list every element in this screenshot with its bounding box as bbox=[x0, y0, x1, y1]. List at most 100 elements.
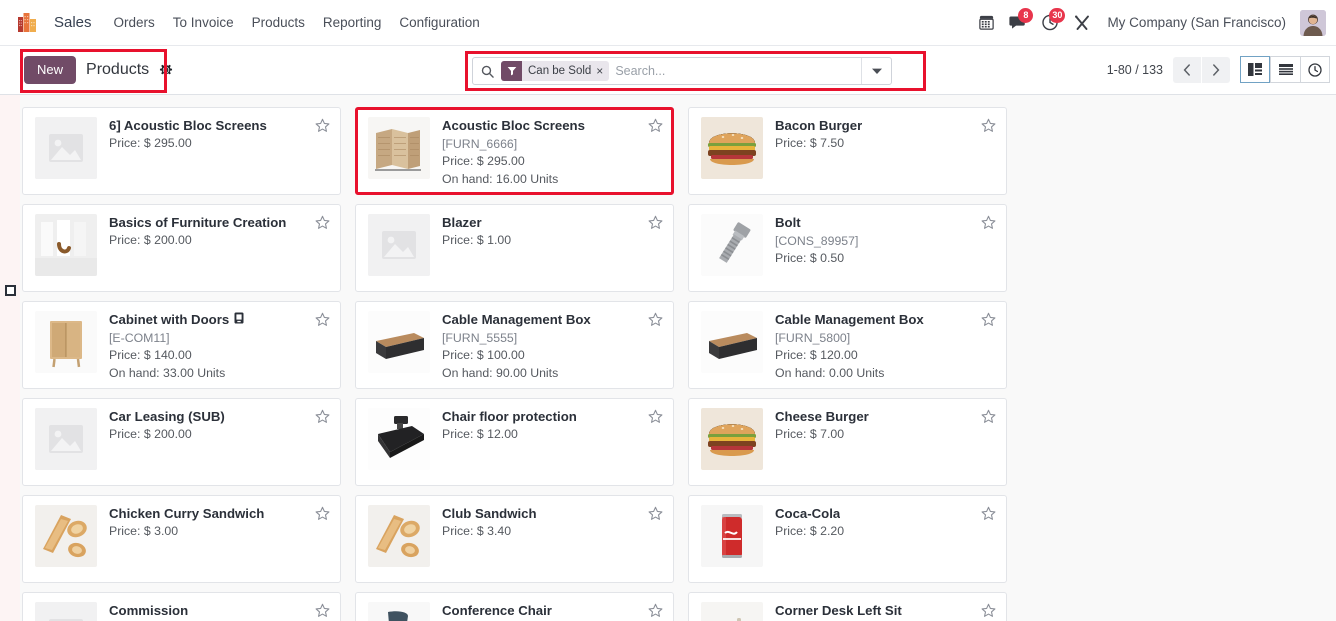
product-card[interactable]: Chair floor protection Price: $ 12.00 bbox=[355, 398, 674, 486]
favorite-star-icon[interactable] bbox=[307, 506, 330, 521]
product-card[interactable]: Bacon Burger Price: $ 7.50 bbox=[688, 107, 1007, 195]
product-name[interactable]: Basics of Furniture Creation bbox=[109, 215, 286, 232]
product-card[interactable]: Acoustic Bloc Screens [FURN_6666] Price: $… bbox=[355, 107, 674, 195]
view-kanban-button[interactable] bbox=[1240, 56, 1270, 83]
product-name[interactable]: Commission bbox=[109, 603, 188, 620]
favorite-star-icon[interactable] bbox=[640, 409, 663, 424]
phone-icon[interactable] bbox=[971, 9, 1001, 37]
view-activity-button[interactable] bbox=[1300, 56, 1330, 83]
product-name[interactable]: Club Sandwich bbox=[442, 506, 537, 523]
favorite-star-icon[interactable] bbox=[973, 118, 996, 133]
product-card[interactable]: Cable Management Box [FURN_5800] Price: $ … bbox=[688, 301, 1007, 389]
product-image-placeholder-icon bbox=[35, 117, 97, 179]
menu-reporting[interactable]: Reporting bbox=[314, 10, 391, 35]
product-price: Price: $ 100.00 bbox=[442, 348, 525, 363]
chat-bubble-icon[interactable]: 8 bbox=[1003, 7, 1034, 37]
new-button[interactable]: New bbox=[24, 55, 77, 85]
product-name[interactable]: Cable Management Box bbox=[442, 312, 591, 329]
product-name[interactable]: Coca-Cola bbox=[775, 506, 840, 523]
product-name[interactable]: Bolt bbox=[775, 215, 801, 232]
pager-range[interactable]: 1-80 / 133 bbox=[1107, 63, 1163, 77]
favorite-star-icon[interactable] bbox=[307, 312, 330, 327]
pager-prev-button[interactable] bbox=[1173, 56, 1201, 83]
favorite-star-icon[interactable] bbox=[640, 215, 663, 230]
menu-orders[interactable]: Orders bbox=[105, 10, 164, 35]
product-card[interactable]: Coca-Cola Price: $ 2.20 bbox=[688, 495, 1007, 583]
menu-to-invoice[interactable]: To Invoice bbox=[164, 10, 243, 35]
product-card[interactable]: Cheese Burger Price: $ 7.00 bbox=[688, 398, 1007, 486]
product-card[interactable]: Blazer Price: $ 1.00 bbox=[355, 204, 674, 292]
company-name[interactable]: My Company (San Francisco) bbox=[1099, 10, 1294, 35]
user-avatar[interactable] bbox=[1300, 9, 1326, 36]
brand-label[interactable]: Sales bbox=[45, 10, 101, 35]
product-title-row: Coca-Cola bbox=[775, 506, 996, 523]
menu-configuration[interactable]: Configuration bbox=[390, 10, 488, 35]
messages-badge: 8 bbox=[1018, 7, 1034, 23]
search-facet-can-be-sold[interactable]: Can be Sold × bbox=[501, 61, 610, 81]
product-name[interactable]: Chicken Curry Sandwich bbox=[109, 506, 264, 523]
product-card[interactable]: Conference Chair2 VariantsPrice: $ 33.00… bbox=[355, 592, 674, 621]
product-card[interactable]: Corner Desk Left Sit[FURN_1118]Price: $ … bbox=[688, 592, 1007, 621]
favorite-star-icon[interactable] bbox=[973, 409, 996, 424]
favorite-star-icon[interactable] bbox=[640, 118, 663, 133]
search-input[interactable]: Search... bbox=[615, 64, 861, 78]
product-card[interactable]: 6] Acoustic Bloc Screens Price: $ 295.00 bbox=[22, 107, 341, 195]
product-name[interactable]: Bacon Burger bbox=[775, 118, 862, 135]
favorite-star-icon[interactable] bbox=[973, 312, 996, 327]
menu-products[interactable]: Products bbox=[243, 10, 314, 35]
product-image-cola-icon bbox=[701, 505, 763, 567]
product-name[interactable]: Conference Chair bbox=[442, 603, 552, 620]
favorite-star-icon[interactable] bbox=[640, 312, 663, 327]
brand-area[interactable]: Sales bbox=[18, 10, 101, 35]
favorite-star-icon[interactable] bbox=[307, 409, 330, 424]
product-title-row: Car Leasing (SUB) bbox=[109, 409, 330, 426]
panel-toggle-handle[interactable] bbox=[5, 285, 16, 296]
product-card[interactable]: CommissionPrice: $ 1.00 bbox=[22, 592, 341, 621]
product-card-body: Cheese Burger Price: $ 7.00 bbox=[775, 408, 996, 477]
view-list-button[interactable] bbox=[1270, 56, 1300, 83]
favorite-star-icon[interactable] bbox=[973, 506, 996, 521]
product-name[interactable]: Corner Desk Left Sit bbox=[775, 603, 902, 620]
pager-buttons bbox=[1173, 56, 1230, 83]
favorite-star-icon[interactable] bbox=[307, 603, 330, 618]
odoo-sales-logo-icon bbox=[18, 13, 37, 32]
favorite-star-icon[interactable] bbox=[307, 118, 330, 133]
product-name[interactable]: Cheese Burger bbox=[775, 409, 869, 426]
filter-funnel-icon bbox=[501, 61, 522, 81]
product-name[interactable]: Car Leasing (SUB) bbox=[109, 409, 225, 426]
product-name[interactable]: 6] Acoustic Bloc Screens bbox=[109, 118, 267, 135]
search-bar[interactable]: Can be Sold × Search... bbox=[472, 57, 892, 85]
product-name[interactable]: Cabinet with Doors bbox=[109, 312, 229, 329]
product-price: Price: $ 295.00 bbox=[109, 135, 192, 150]
remove-facet-icon[interactable]: × bbox=[596, 65, 609, 77]
product-name[interactable]: Cable Management Box bbox=[775, 312, 924, 329]
favorite-star-icon[interactable] bbox=[973, 215, 996, 230]
favorite-star-icon[interactable] bbox=[640, 603, 663, 618]
clock-activity-icon[interactable]: 30 bbox=[1035, 7, 1066, 37]
product-card[interactable]: Club Sandwich Price: $ 3.40 bbox=[355, 495, 674, 583]
product-card[interactable]: Car Leasing (SUB) Price: $ 200.00 bbox=[22, 398, 341, 486]
product-card[interactable]: Cabinet with Doors [E-COM11] Price: $ 140.… bbox=[22, 301, 341, 389]
product-name[interactable]: Blazer bbox=[442, 215, 482, 232]
favorite-star-icon[interactable] bbox=[640, 506, 663, 521]
product-image-box-icon bbox=[368, 311, 430, 373]
gear-icon[interactable] bbox=[159, 63, 173, 77]
product-card[interactable]: Basics of Furniture Creation Price: $ 200… bbox=[22, 204, 341, 292]
favorite-star-icon[interactable] bbox=[307, 215, 330, 230]
breadcrumb[interactable]: Products bbox=[86, 61, 149, 79]
product-price: Price: $ 140.00 bbox=[109, 348, 192, 363]
pager-next-button[interactable] bbox=[1202, 56, 1230, 83]
product-card[interactable]: Bolt [CONS_89957] Price: $ 0.50 bbox=[688, 204, 1007, 292]
odoo-sales-products-page: Sales Orders To Invoice Products Reporti… bbox=[0, 0, 1336, 621]
favorite-star-icon[interactable] bbox=[973, 603, 996, 618]
product-title-row: Commission bbox=[109, 603, 330, 620]
product-price: Price: $ 3.40 bbox=[442, 523, 512, 538]
product-card-body: Conference Chair2 VariantsPrice: $ 33.00… bbox=[442, 602, 663, 621]
tools-icon[interactable] bbox=[1067, 9, 1097, 37]
product-title-row: Cheese Burger bbox=[775, 409, 996, 426]
product-name[interactable]: Chair floor protection bbox=[442, 409, 577, 426]
search-dropdown-toggle[interactable] bbox=[861, 58, 891, 84]
product-card[interactable]: Chicken Curry Sandwich Price: $ 3.00 bbox=[22, 495, 341, 583]
product-name[interactable]: Acoustic Bloc Screens bbox=[442, 118, 585, 135]
product-card[interactable]: Cable Management Box [FURN_5555] Price: $ … bbox=[355, 301, 674, 389]
